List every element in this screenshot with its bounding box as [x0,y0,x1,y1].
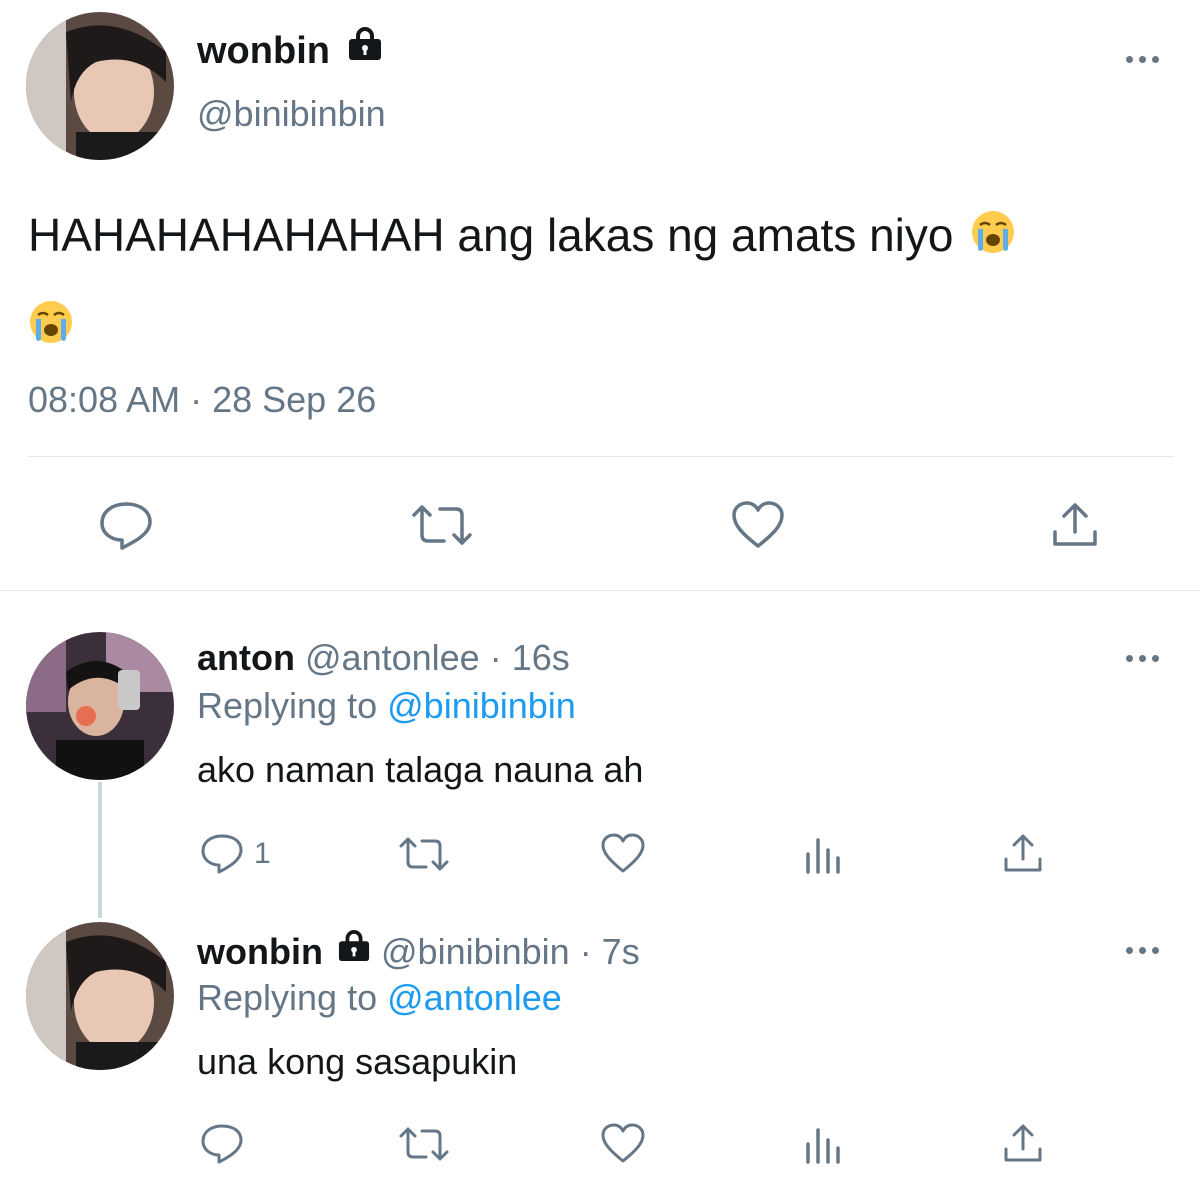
reply-handle[interactable]: @binibinbin [381,931,570,972]
main-avatar[interactable] [26,12,174,160]
reply-avatar[interactable] [26,922,174,1070]
replying-to-link[interactable]: @antonlee [387,977,562,1018]
heart-icon[interactable] [730,500,786,550]
analytics-icon[interactable] [804,1124,844,1164]
main-author-row: wonbin [197,26,383,74]
replying-to-label: Replying to [197,685,378,726]
lock-icon [347,26,383,72]
replying-to-label: Replying to [197,977,378,1018]
reply-display-name[interactable]: anton [197,637,295,678]
crying-emoji-icon [970,196,1016,282]
replying-to-row: Replying to @binibinbin [197,684,576,728]
more-options-icon[interactable] [1124,944,1164,956]
more-options-icon[interactable] [1124,652,1164,664]
reply-text: ako naman talaga nauna ah [197,749,644,790]
divider [28,456,1174,457]
retweet-icon[interactable] [398,836,450,872]
share-icon[interactable] [1050,500,1100,550]
reply-text: una kong sasapukin [197,1041,518,1082]
heart-icon[interactable] [600,832,646,874]
reply-icon[interactable] [200,1123,244,1165]
main-tweet-text-block: HAHAHAHAHAHAH ang lakas ng amats niyo [28,192,1178,372]
replying-to-row: Replying to @antonlee [197,976,562,1020]
reply-display-name[interactable]: wonbin [197,931,323,972]
reply-author-row: wonbin @binibinbin · 7s [197,930,640,974]
reply-author-row: anton @antonlee · 16s [197,636,570,680]
reply-time[interactable]: · 16s [490,637,570,678]
divider [0,590,1200,591]
replying-to-link[interactable]: @binibinbin [387,685,576,726]
crying-emoji-icon [28,286,74,372]
more-options-icon[interactable] [1124,53,1164,65]
reply-count: 1 [254,837,271,870]
reply-handle[interactable]: @antonlee [305,637,480,678]
retweet-icon[interactable] [398,1126,450,1162]
share-icon[interactable] [1002,1122,1044,1164]
retweet-icon[interactable] [410,503,474,547]
lock-icon [337,928,371,972]
thread-line [98,782,102,918]
analytics-icon[interactable] [804,834,844,874]
reply-time[interactable]: · 7s [580,931,640,972]
reply-icon[interactable] [98,500,154,550]
share-icon[interactable] [1002,832,1044,874]
reply-avatar[interactable] [26,632,174,780]
heart-icon[interactable] [600,1122,646,1164]
main-display-name[interactable]: wonbin [197,30,330,72]
main-tweet-text: HAHAHAHAHAHAH ang lakas ng amats niyo [28,209,954,261]
reply-icon[interactable] [200,833,244,875]
main-handle[interactable]: @binibinbin [197,92,386,136]
main-timestamp[interactable]: 08:08 AM · 28 Sep 26 [28,378,376,422]
